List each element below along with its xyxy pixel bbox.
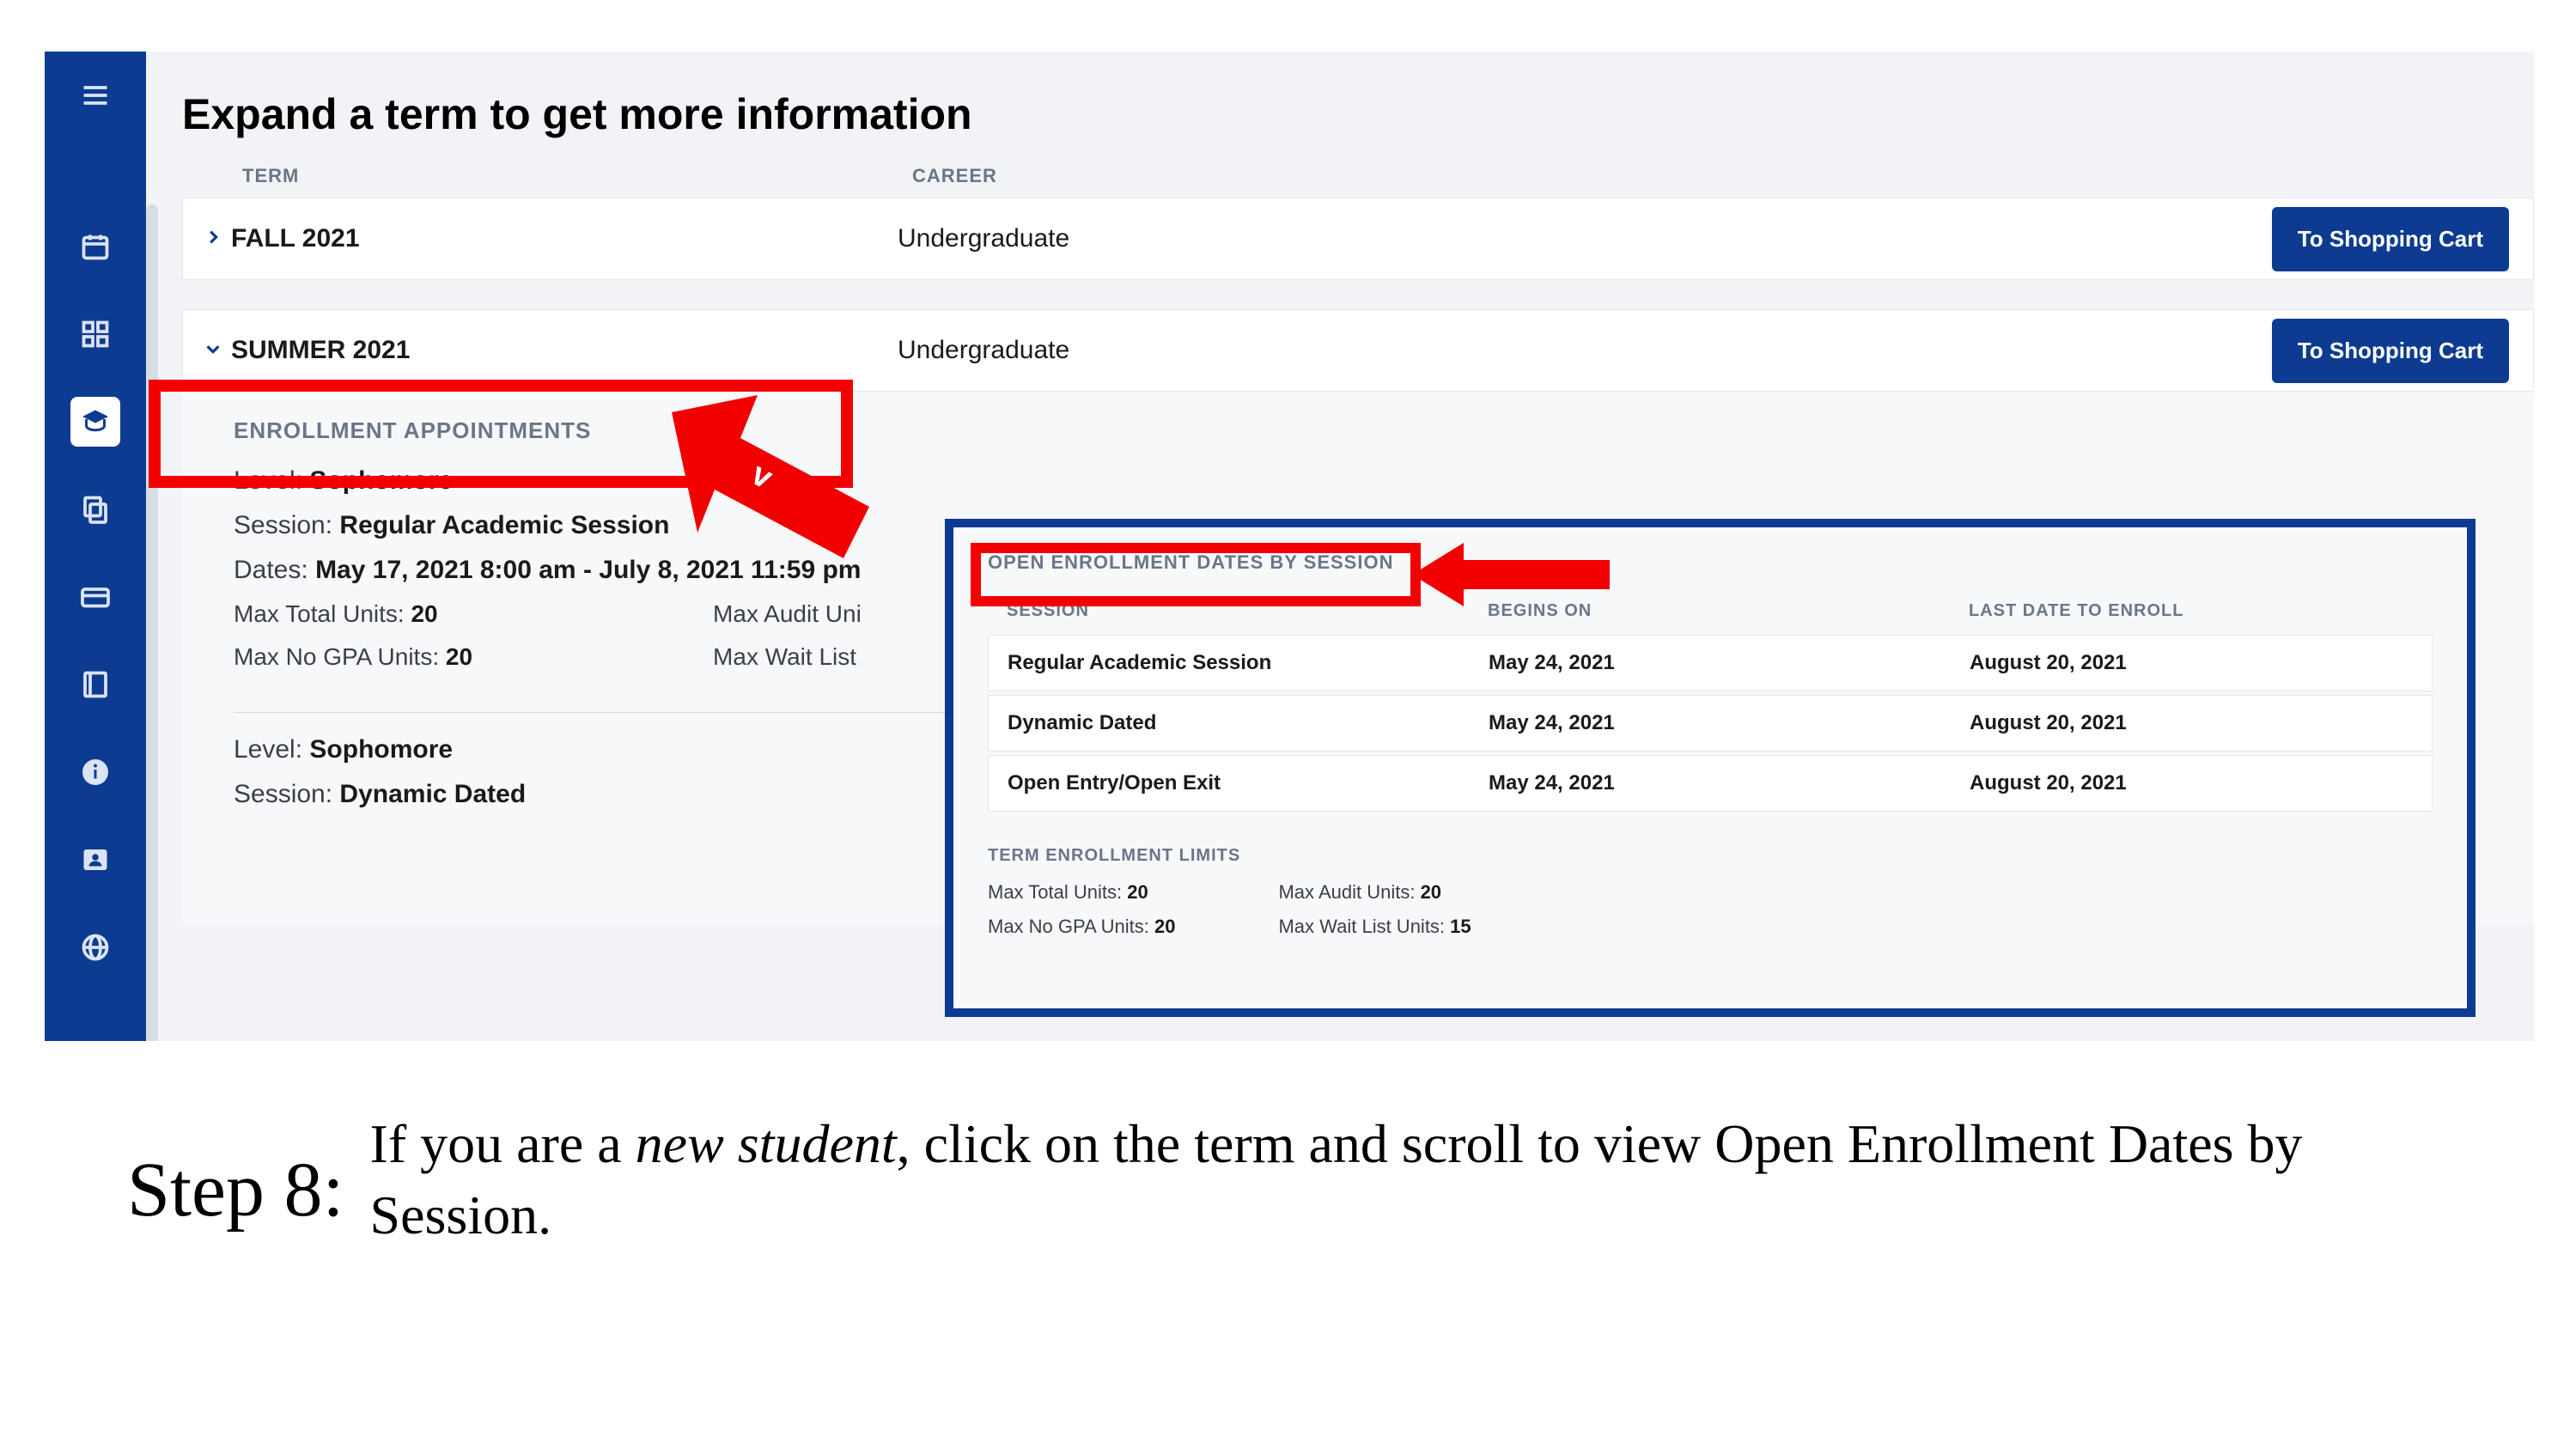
text: If you are a [370,1113,636,1174]
value: Dynamic Dated [339,780,526,808]
copy-icon[interactable] [70,484,120,534]
cell-session: Dynamic Dated [1008,711,1489,735]
cell-last: August 20, 2021 [1970,771,2432,795]
column-header-session: SESSION [1007,601,1488,621]
section-title-enrollment-appointments: ENROLLMENT APPOINTMENTS [234,417,2534,444]
term-career: Undergraduate [898,224,2272,253]
section-title-term-limits: TERM ENROLLMENT LIMITS [988,846,2433,866]
table-row: Open Entry/Open Exit May 24, 2021 August… [988,755,2433,812]
label: Dates: [234,556,308,584]
column-header-career: CAREER [912,165,2534,187]
value: 20 [1127,881,1148,903]
shopping-cart-button[interactable]: To Shopping Cart [2272,319,2509,383]
value: May 17, 2021 8:00 am - July 8, 2021 11:5… [315,556,861,584]
label: Level: [234,735,302,764]
column-header-last: LAST DATE TO ENROLL [1969,601,2433,621]
term-table-header: TERM CAREER [182,165,2534,198]
text-emphasis: new student [636,1113,897,1174]
cell-begins: May 24, 2021 [1489,771,1970,795]
credit-card-icon[interactable] [70,572,120,622]
cell-begins: May 24, 2021 [1489,651,1970,675]
graduation-cap-icon[interactable] [70,397,120,447]
open-enrollment-table-header: SESSION BEGINS ON LAST DATE TO ENROLL [988,589,2433,635]
value: Regular Academic Session [339,511,669,539]
value: 15 [1450,916,1471,937]
value: 20 [446,643,472,670]
value: 20 [411,600,437,627]
label: Max No GPA Units: [234,643,439,670]
table-row: Dynamic Dated May 24, 2021 August 20, 20… [988,695,2433,752]
label: Max Total Units: [988,881,1122,903]
section-title-open-enrollment: OPEN ENROLLMENT DATES BY SESSION [988,551,1393,574]
open-enrollment-overlay: OPEN ENROLLMENT DATES BY SESSION SESSION… [945,519,2476,1017]
table-row: Regular Academic Session May 24, 2021 Au… [988,635,2433,691]
step-label: Step 8: [127,1108,344,1234]
label: Level: [234,466,302,495]
divider [234,712,990,713]
chevron-right-icon [183,226,217,253]
cell-last: August 20, 2021 [1970,651,2432,675]
grid-icon[interactable] [70,309,120,359]
sidebar [45,52,146,1041]
cell-session: Open Entry/Open Exit [1008,771,1489,795]
value: 20 [1421,881,1441,903]
step-caption: Step 8: If you are a new student, click … [127,1108,2446,1251]
step-text: If you are a new student, click on the t… [370,1108,2446,1251]
book-icon[interactable] [70,660,120,709]
label-partial: Max Audit Uni [713,600,862,627]
cell-session: Regular Academic Session [1008,651,1489,675]
info-icon[interactable] [70,747,120,797]
level-row: Level: Sophomore [234,466,2534,496]
column-header-term: TERM [182,165,912,187]
menu-icon[interactable] [70,70,120,120]
calendar-icon[interactable] [70,222,120,271]
label-partial: Max Wait List [713,643,856,670]
label: Max Audit Units: [1278,881,1415,903]
value: 20 [1154,916,1175,937]
value: Sophomore [309,466,453,495]
term-limits-grid: Max Total Units: 20 Max No GPA Units: 20… [988,881,2433,950]
term-row-fall-2021[interactable]: FALL 2021 Undergraduate To Shopping Cart [182,198,2534,280]
column-header-begins: BEGINS ON [1488,601,1969,621]
cell-begins: May 24, 2021 [1489,711,1970,735]
term-name: FALL 2021 [217,224,898,253]
value: Sophomore [309,735,453,764]
chevron-down-icon [183,338,217,364]
label: Session: [234,780,332,808]
globe-icon[interactable] [70,922,120,972]
term-row-summer-2021[interactable]: SUMMER 2021 Undergraduate To Shopping Ca… [182,309,2534,392]
label: Max Wait List Units: [1278,916,1445,937]
label: Max No GPA Units: [988,916,1149,937]
label: Max Total Units: [234,600,405,627]
cell-last: August 20, 2021 [1970,711,2432,735]
term-career: Undergraduate [898,336,2272,365]
term-name: SUMMER 2021 [217,336,898,365]
user-card-icon[interactable] [70,835,120,885]
page-title: Expand a term to get more information [182,52,2534,165]
shopping-cart-button[interactable]: To Shopping Cart [2272,207,2509,271]
scrollbar[interactable] [146,204,158,1041]
label: Session: [234,511,332,539]
